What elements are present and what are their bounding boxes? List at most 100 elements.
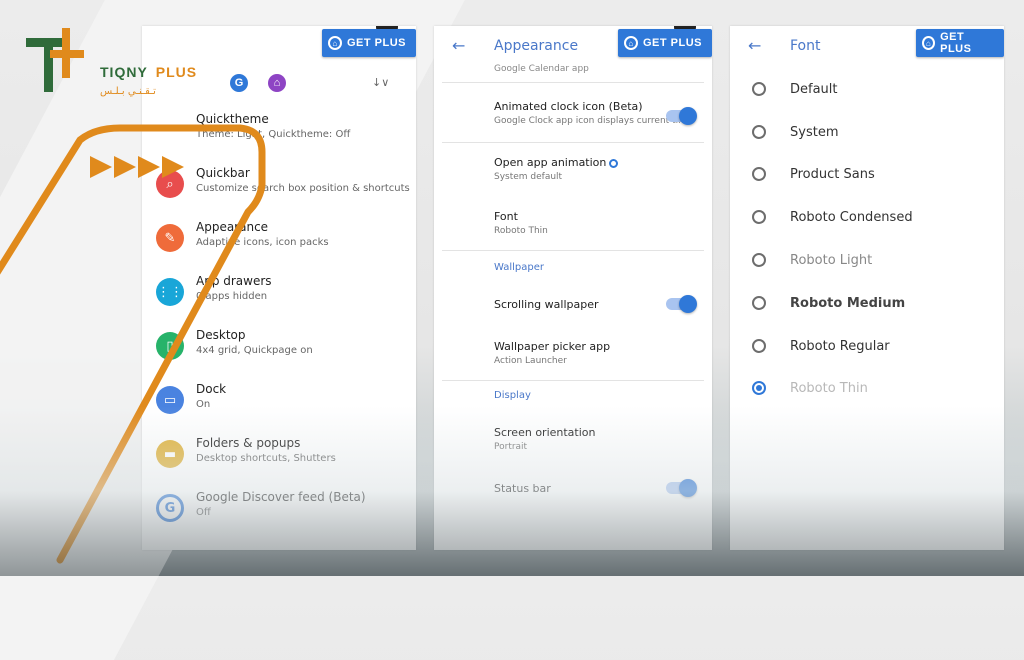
setting-open-app-animation[interactable]: Open app animation System default xyxy=(494,156,704,182)
font-option-roboto-medium[interactable]: Roboto Medium xyxy=(752,291,905,315)
option-label: Roboto Condensed xyxy=(790,209,913,225)
sort-icon[interactable]: ↓∨ xyxy=(372,76,389,89)
house-icon: ⌂ xyxy=(624,36,638,50)
settings-item-dock[interactable]: ▭ Dock On xyxy=(156,382,406,422)
settings-item-appearance[interactable]: ✎ Appearance Adaptive icons, icon packs xyxy=(156,220,406,260)
settings-main-panel: ⌂ GET PLUS G ⌂ ↓∨ Quicktheme Theme: Ligh… xyxy=(142,26,416,550)
info-icon xyxy=(609,158,619,168)
option-label: System xyxy=(790,124,839,140)
home-icon[interactable]: ⌂ xyxy=(268,74,286,92)
divider xyxy=(442,250,704,251)
get-plus-button[interactable]: ⌂ GET PLUS xyxy=(618,29,712,57)
get-plus-button[interactable]: ⌂ GET PLUS xyxy=(322,29,416,57)
radio-button[interactable] xyxy=(752,167,766,181)
item-title: Font xyxy=(494,210,518,223)
font-option-roboto-regular[interactable]: Roboto Regular xyxy=(752,334,890,358)
item-title: Desktop xyxy=(196,328,246,342)
item-subtitle: 4x4 grid, Quickpage on xyxy=(196,345,313,356)
settings-item-quicktheme[interactable]: Quicktheme Theme: Light, Quicktheme: Off xyxy=(156,112,406,152)
item-title: Quickbar xyxy=(196,166,250,180)
settings-item-discover-feed[interactable]: G Google Discover feed (Beta) Off xyxy=(156,490,406,530)
get-plus-label: GET PLUS xyxy=(643,37,703,49)
item-subtitle: Off xyxy=(196,507,211,518)
toggle-knob xyxy=(679,107,697,125)
grid-icon: ⋮⋮ xyxy=(156,278,184,306)
radio-button[interactable] xyxy=(752,210,766,224)
brand-name-main: TIQNY xyxy=(100,64,148,80)
radio-button[interactable] xyxy=(752,253,766,267)
settings-item-quickbar[interactable]: ⌕ Quickbar Customize search box position… xyxy=(156,166,410,206)
font-option-default[interactable]: Default xyxy=(752,77,838,101)
setting-screen-orientation[interactable]: Screen orientation Portrait xyxy=(494,426,704,452)
setting-wallpaper-picker[interactable]: Wallpaper picker app Action Launcher xyxy=(494,340,704,366)
back-arrow-icon[interactable]: ← xyxy=(748,36,761,55)
item-subtitle: Desktop shortcuts, Shutters xyxy=(196,453,336,464)
item-title: Dock xyxy=(196,382,227,396)
settings-item-folders-popups[interactable]: ▬ Folders & popups Desktop shortcuts, Sh… xyxy=(156,436,406,476)
section-header-display: Display xyxy=(494,390,531,401)
divider xyxy=(442,380,704,381)
brand-name-plus: PLUS xyxy=(155,64,198,80)
item-subtitle: 0 apps hidden xyxy=(196,291,268,302)
status-bar-toggle[interactable] xyxy=(666,479,697,497)
logo-mark-icon xyxy=(26,28,84,92)
font-panel: ← Font ⌂ GET PLUS Default System Product… xyxy=(730,26,1004,550)
desktop-icon: ▯ xyxy=(156,332,184,360)
radio-button[interactable] xyxy=(752,82,766,96)
radio-button-selected[interactable] xyxy=(752,381,766,395)
folder-icon: ▬ xyxy=(156,440,184,468)
get-plus-button[interactable]: ⌂ GET PLUS xyxy=(916,29,1004,57)
search-icon: ⌕ xyxy=(156,170,184,198)
option-label: Roboto Regular xyxy=(790,338,890,354)
divider xyxy=(442,142,704,143)
font-option-roboto-light[interactable]: Roboto Light xyxy=(752,248,872,272)
settings-item-desktop[interactable]: ▯ Desktop 4x4 grid, Quickpage on xyxy=(156,328,406,368)
item-title: Screen orientation xyxy=(494,426,596,439)
palette-icon: ✎ xyxy=(156,224,184,252)
option-label: Roboto Medium xyxy=(790,295,906,311)
item-subtitle: Customize search box position & shortcut… xyxy=(196,183,410,194)
radio-button[interactable] xyxy=(752,339,766,353)
font-option-roboto-thin[interactable]: Roboto Thin xyxy=(752,376,868,400)
house-icon: ⌂ xyxy=(922,36,936,50)
google-icon: G xyxy=(156,494,184,522)
radio-button[interactable] xyxy=(752,296,766,310)
item-title: Quicktheme xyxy=(196,112,269,126)
house-icon: ⌂ xyxy=(328,36,342,50)
toggle-knob xyxy=(679,295,697,313)
option-label: Roboto Light xyxy=(790,252,873,268)
item-subtitle: System default xyxy=(494,172,563,182)
page-title: Appearance xyxy=(494,38,579,54)
item-subtitle: Adaptive icons, icon packs xyxy=(196,237,329,248)
get-plus-label: GET PLUS xyxy=(347,37,407,49)
option-label: Product Sans xyxy=(790,166,875,182)
section-header-wallpaper: Wallpaper xyxy=(494,262,545,273)
setting-font[interactable]: Font Roboto Thin xyxy=(494,210,704,236)
quick-icon-row: G ⌂ xyxy=(230,74,286,92)
item-title: App drawers xyxy=(196,274,272,288)
item-subtitle: Action Launcher xyxy=(494,356,567,366)
brand-name: TIQNY PLUS xyxy=(100,64,197,80)
animated-clock-toggle[interactable] xyxy=(666,107,697,125)
item-subtitle: Portrait xyxy=(494,442,528,452)
item-subtitle: Roboto Thin xyxy=(494,226,548,236)
back-arrow-icon[interactable]: ← xyxy=(452,36,465,55)
brand-arabic: تـقـنـي بـلـس xyxy=(100,86,156,97)
option-label: Default xyxy=(790,81,838,97)
item-title: Open app animation xyxy=(494,156,607,169)
font-option-roboto-condensed[interactable]: Roboto Condensed xyxy=(752,205,913,229)
font-option-system[interactable]: System xyxy=(752,120,838,144)
item-title: Google Discover feed (Beta) xyxy=(196,490,366,504)
font-option-product-sans[interactable]: Product Sans xyxy=(752,162,875,186)
item-title: Folders & popups xyxy=(196,436,301,450)
item-subtitle: On xyxy=(196,399,211,410)
google-icon[interactable]: G xyxy=(230,74,248,92)
scrolling-wallpaper-toggle[interactable] xyxy=(666,295,697,313)
item-title: Wallpaper picker app xyxy=(494,340,611,353)
settings-item-app-drawers[interactable]: ⋮⋮ App drawers 0 apps hidden xyxy=(156,274,406,314)
radio-button[interactable] xyxy=(752,125,766,139)
item-title: Appearance xyxy=(196,220,269,234)
option-label: Roboto Thin xyxy=(790,380,868,396)
partial-subtitle: Google Calendar app xyxy=(494,64,589,74)
toggle-knob xyxy=(679,479,697,497)
